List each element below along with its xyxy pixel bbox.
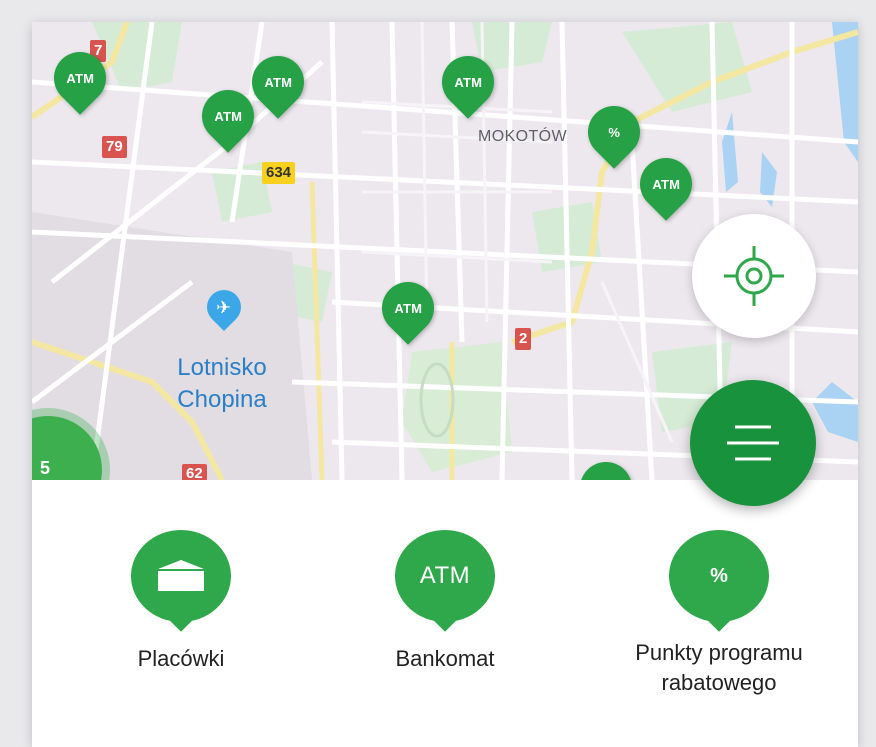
category-panel: Placówki ATM Bankomat % Punkty programu … — [32, 480, 858, 747]
category-label: Bankomat — [395, 646, 495, 671]
branch-marker — [131, 530, 231, 632]
crosshair-icon — [724, 246, 784, 306]
road-number-badge: 62 — [182, 464, 207, 480]
envelope-icon — [158, 560, 204, 591]
atm-marker: ATM — [395, 530, 495, 632]
road-number-badge: 634 — [262, 162, 296, 184]
road-number-badge: 2 — [515, 328, 532, 350]
cluster-count: 5 — [40, 458, 51, 478]
road-number-badge: 79 — [102, 136, 127, 158]
category-label: Punkty programu rabatowego — [635, 640, 803, 695]
airplane-icon: ✈ — [216, 297, 232, 317]
my-location-button[interactable] — [692, 214, 816, 338]
category-atm[interactable]: ATM Bankomat — [330, 530, 560, 674]
discount-marker: % — [669, 530, 769, 632]
menu-icon — [727, 425, 779, 461]
app-screen: MOKOTÓW 7 79 634 2 62 ✈ Lotnisko Chopina… — [32, 22, 858, 747]
airport-label: Lotnisko Chopina — [177, 354, 267, 413]
district-label: MOKOTÓW — [478, 128, 568, 145]
menu-button[interactable] — [690, 380, 816, 506]
category-label: Placówki — [137, 646, 225, 671]
category-discount-points[interactable]: % Punkty programu rabatowego — [604, 530, 834, 698]
category-branches[interactable]: Placówki — [66, 530, 296, 674]
